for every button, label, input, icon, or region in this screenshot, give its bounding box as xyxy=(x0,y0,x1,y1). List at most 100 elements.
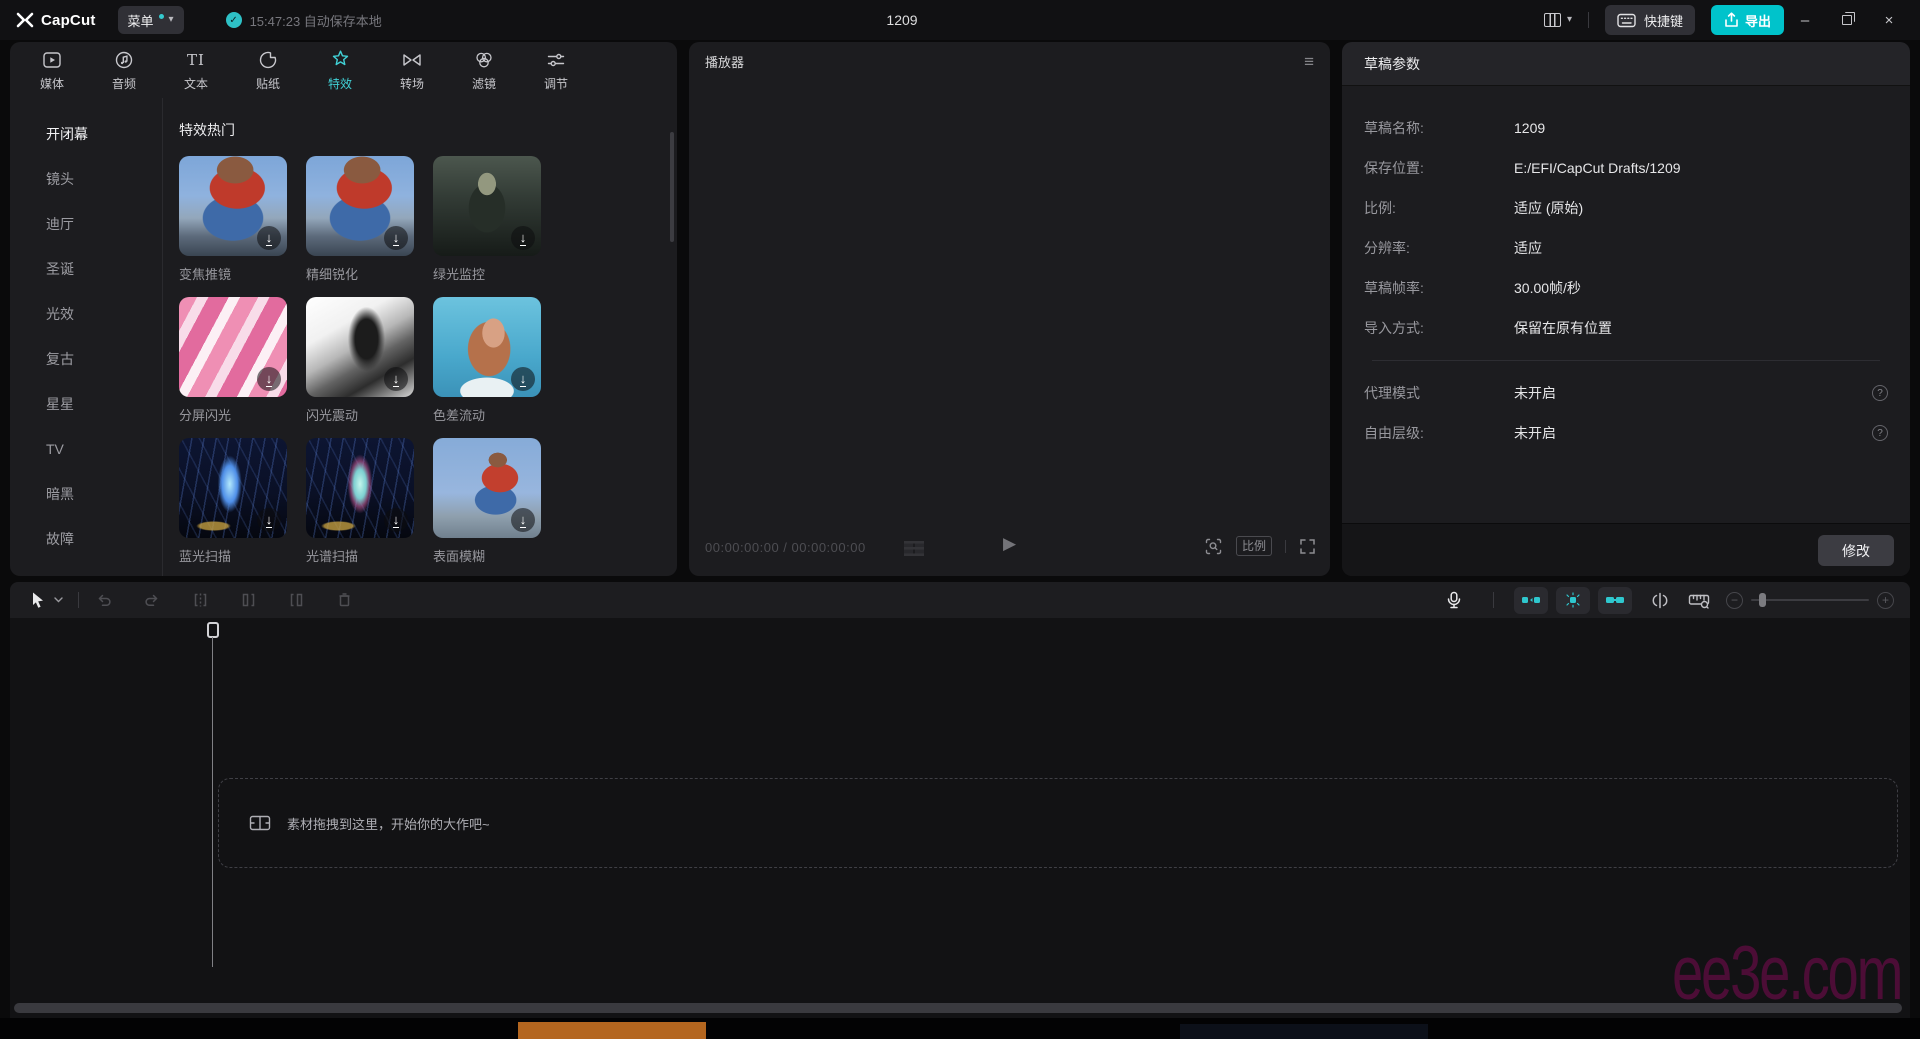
auto-snap-toggle[interactable] xyxy=(1556,587,1590,614)
category-item[interactable]: 迪厅 xyxy=(10,202,162,247)
effects-scrollbar[interactable] xyxy=(670,132,674,242)
timeline-scale-button[interactable] xyxy=(1688,592,1710,609)
record-audio-button[interactable] xyxy=(1441,587,1467,613)
effect-label: 精细锐化 xyxy=(306,264,414,283)
effect-thumbnail[interactable]: ↓ xyxy=(306,297,414,397)
effect-card[interactable]: ↓ 闪光震动 xyxy=(306,297,414,424)
effect-card[interactable]: ↓ 表面模糊 xyxy=(433,438,541,565)
redo-button[interactable] xyxy=(139,587,165,613)
tab-effects[interactable]: 特效 xyxy=(304,44,376,96)
zoom-slider[interactable] xyxy=(1751,599,1869,601)
minimize-button[interactable]: – xyxy=(1784,0,1826,40)
text-icon: TI xyxy=(187,49,205,71)
tab-transitions[interactable]: 转场 xyxy=(376,44,448,96)
undo-button[interactable] xyxy=(91,587,117,613)
zoom-in-button[interactable]: + xyxy=(1877,592,1894,609)
effect-thumbnail[interactable]: ↓ xyxy=(179,297,287,397)
tab-label: 调节 xyxy=(544,75,568,92)
ratio-button[interactable]: 比例 xyxy=(1236,536,1272,556)
download-button[interactable]: ↓ xyxy=(257,367,281,391)
playhead-marker[interactable] xyxy=(207,622,219,638)
category-item[interactable]: 星星 xyxy=(10,382,162,427)
category-item[interactable]: 暗黑 xyxy=(10,472,162,517)
download-button[interactable]: ↓ xyxy=(511,226,535,250)
autosave-text: 15:47:23 自动保存本地 xyxy=(250,11,382,30)
category-item[interactable]: 开闭幕 xyxy=(10,112,162,157)
category-item[interactable]: 复古 xyxy=(10,337,162,382)
category-item[interactable]: 故障 xyxy=(10,517,162,562)
main-track-magnet-toggle[interactable] xyxy=(1514,587,1548,614)
effect-thumbnail[interactable]: ↓ xyxy=(433,438,541,538)
menu-button[interactable]: 菜单 ▾ xyxy=(118,6,184,34)
draft-params-title: 草稿参数 xyxy=(1342,42,1910,86)
effect-thumbnail[interactable]: ↓ xyxy=(433,297,541,397)
zoom-out-button[interactable]: − xyxy=(1726,592,1743,609)
category-item[interactable]: TV xyxy=(10,427,162,472)
split-button[interactable] xyxy=(187,587,213,613)
effect-label: 表面模糊 xyxy=(433,546,541,565)
timeline-toolbar: − + xyxy=(10,582,1910,618)
media-dropzone[interactable]: 素材拖拽到这里，开始你的大作吧~ xyxy=(218,778,1898,868)
help-icon[interactable]: ? xyxy=(1872,425,1888,441)
effect-card[interactable]: ↓ 变焦推镜 xyxy=(179,156,287,283)
linkage-toggle[interactable] xyxy=(1598,587,1632,614)
preview-axis-toggle[interactable] xyxy=(1650,592,1670,609)
frame-grid-icon[interactable] xyxy=(904,541,924,556)
effect-card[interactable]: ↓ 蓝光扫描 xyxy=(179,438,287,565)
effect-card[interactable]: ↓ 精细锐化 xyxy=(306,156,414,283)
download-button[interactable]: ↓ xyxy=(384,367,408,391)
effect-thumbnail[interactable]: ↓ xyxy=(179,438,287,538)
export-icon xyxy=(1724,12,1739,28)
tab-label: 媒体 xyxy=(40,75,64,92)
fullscreen-icon[interactable] xyxy=(1299,538,1316,555)
effects-grid-area: 特效热门 ↓ 变焦推镜 ↓ 精细锐化 ↓ 绿光监控 ↓ xyxy=(163,98,677,576)
param-value: 1209 xyxy=(1514,120,1545,136)
category-item[interactable]: 光效 xyxy=(10,292,162,337)
tab-adjust[interactable]: 调节 xyxy=(520,44,592,96)
tab-text[interactable]: TI 文本 xyxy=(160,44,232,96)
layout-switch-button[interactable]: ▾ xyxy=(1544,13,1572,27)
download-button[interactable]: ↓ xyxy=(257,508,281,532)
select-tool-button[interactable] xyxy=(24,587,50,613)
category-item[interactable]: 扭曲 xyxy=(10,562,162,576)
play-button[interactable]: ▶ xyxy=(1003,534,1016,554)
download-button[interactable]: ↓ xyxy=(384,226,408,250)
download-button[interactable]: ↓ xyxy=(511,508,535,532)
download-button[interactable]: ↓ xyxy=(511,367,535,391)
split-right-button[interactable] xyxy=(283,587,309,613)
zoom-slider-handle[interactable] xyxy=(1759,593,1766,607)
tab-filters[interactable]: 滤镜 xyxy=(448,44,520,96)
effect-card[interactable]: ↓ 分屏闪光 xyxy=(179,297,287,424)
delete-button[interactable] xyxy=(331,587,357,613)
timeline-scrollbar[interactable] xyxy=(14,1003,1902,1013)
effect-thumbnail[interactable]: ↓ xyxy=(306,438,414,538)
restore-button[interactable] xyxy=(1826,0,1868,40)
tab-media[interactable]: 媒体 xyxy=(16,44,88,96)
effect-thumbnail[interactable]: ↓ xyxy=(433,156,541,256)
focus-preview-icon[interactable] xyxy=(1204,537,1223,556)
effect-thumbnail[interactable]: ↓ xyxy=(306,156,414,256)
select-tool-chevron[interactable] xyxy=(50,587,66,613)
tab-stickers[interactable]: 贴纸 xyxy=(232,44,304,96)
tab-audio[interactable]: 音频 xyxy=(88,44,160,96)
effect-card[interactable]: ↓ 绿光监控 xyxy=(433,156,541,283)
effect-thumbnail[interactable]: ↓ xyxy=(179,156,287,256)
effect-card[interactable]: ↓ 色差流动 xyxy=(433,297,541,424)
shortcut-keys-button[interactable]: 快捷键 xyxy=(1605,5,1695,35)
param-label: 草稿帧率: xyxy=(1364,278,1514,298)
download-button[interactable]: ↓ xyxy=(257,226,281,250)
export-button[interactable]: 导出 xyxy=(1711,5,1784,35)
category-item[interactable]: 镜头 xyxy=(10,157,162,202)
effect-card[interactable]: ↓ 光谱扫描 xyxy=(306,438,414,565)
modify-button[interactable]: 修改 xyxy=(1818,535,1894,566)
export-label: 导出 xyxy=(1745,11,1771,30)
player-menu-icon[interactable]: ≡ xyxy=(1304,53,1314,70)
download-button[interactable]: ↓ xyxy=(384,508,408,532)
effects-star-icon xyxy=(330,49,351,71)
close-button[interactable]: × xyxy=(1868,0,1910,40)
help-icon[interactable]: ? xyxy=(1872,385,1888,401)
minimize-icon: – xyxy=(1801,12,1809,29)
split-left-button[interactable] xyxy=(235,587,261,613)
category-item[interactable]: 圣诞 xyxy=(10,247,162,292)
player-panel: 播放器 ≡ 00:00:00:00 / 00:00:00:00 ▶ 比例 xyxy=(689,42,1330,576)
